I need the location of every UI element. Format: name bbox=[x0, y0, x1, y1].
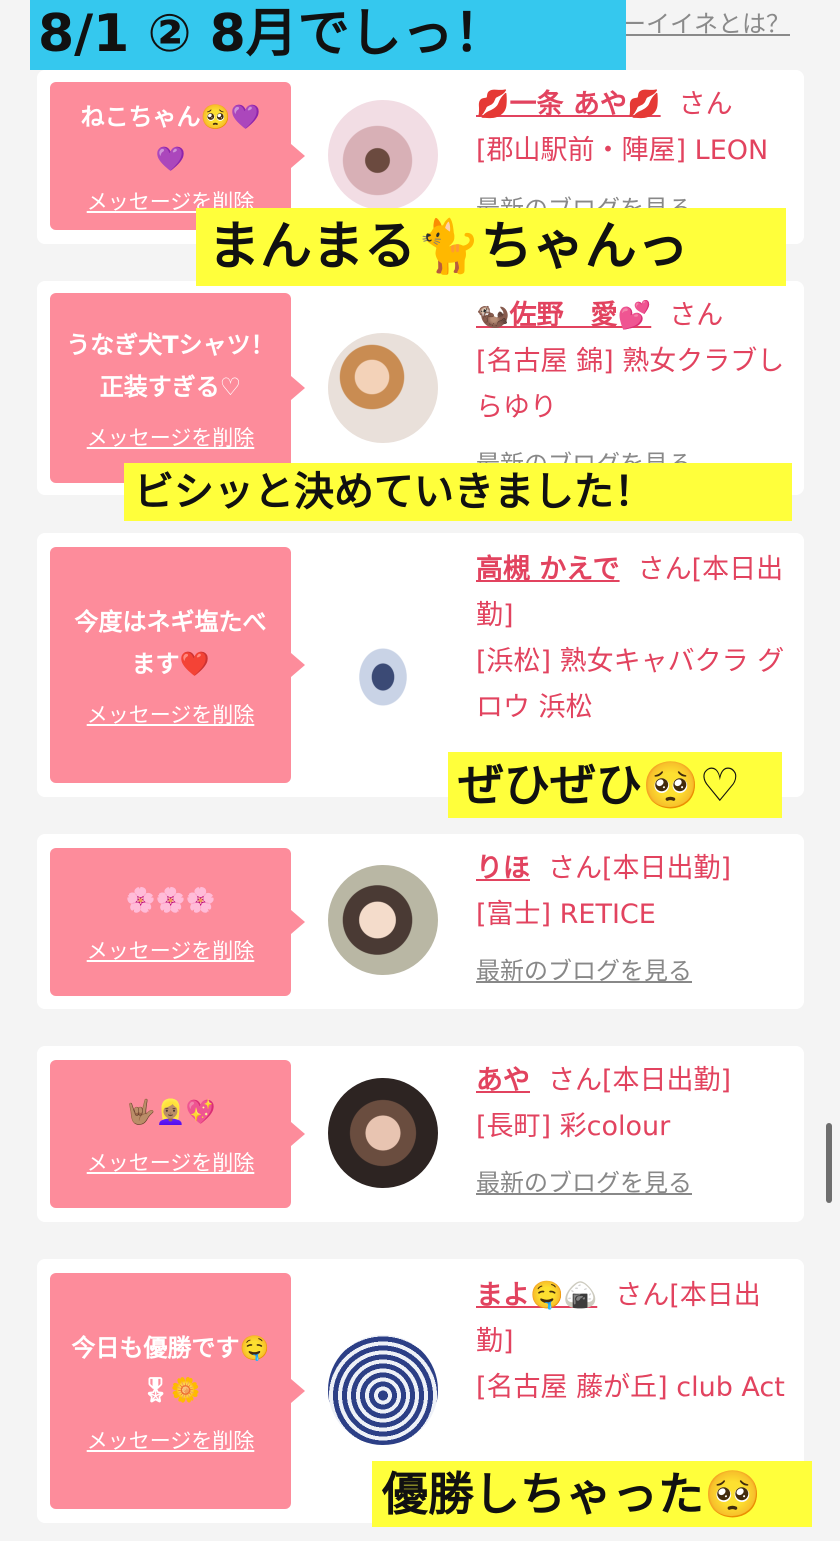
shop-name: [郡山駅前・陣屋] LEON bbox=[476, 135, 769, 166]
caption: 優勝しちゃった🥺 bbox=[372, 1461, 812, 1527]
cast-name-link[interactable]: 高槻 かえで bbox=[476, 554, 620, 585]
delete-message-link[interactable]: メッセージを削除 bbox=[87, 422, 255, 452]
avatar[interactable] bbox=[328, 1335, 438, 1445]
profile-info: あや さん[本日出勤] [長町] 彩colour 最新のブログを見る bbox=[476, 1058, 796, 1206]
shop-name: [富士] RETICE bbox=[476, 899, 656, 930]
page-title: 8/1 ② 8月でしっ！ bbox=[30, 0, 626, 70]
honorific: さん[本日出勤] bbox=[548, 853, 732, 884]
message-bubble: 🤟🏽👱🏽‍♀️💖 メッセージを削除 bbox=[50, 1060, 305, 1208]
message-card: 🌸🌸🌸 メッセージを削除 りほ さん[本日出勤] [富士] RETICE 最新のブ… bbox=[37, 834, 804, 1009]
message-bubble: 今日も優勝です🤤🎖🌼 メッセージを削除 bbox=[50, 1273, 305, 1509]
cast-name-link[interactable]: あや bbox=[476, 1065, 530, 1096]
delete-message-link[interactable]: メッセージを削除 bbox=[87, 1147, 255, 1177]
message-text: 🌸🌸🌸 bbox=[125, 886, 216, 914]
cast-name-link[interactable]: 🦦佐野 愛💕 bbox=[476, 300, 651, 331]
message-text: ねこちゃん🥺💜💜 bbox=[80, 103, 261, 173]
caption: ビシッと決めていきました！ bbox=[124, 463, 792, 521]
cast-name-link[interactable]: りほ bbox=[476, 853, 530, 884]
latest-blog-link[interactable]: 最新のブログを見る bbox=[476, 948, 796, 994]
shop-name: [浜松] 熟女キャバクラ グロウ 浜松 bbox=[476, 646, 785, 723]
message-card: 🤟🏽👱🏽‍♀️💖 メッセージを削除 あや さん[本日出勤] [長町] 彩colou… bbox=[37, 1046, 804, 1222]
cast-name-link[interactable]: 💋一条 あや💋 bbox=[476, 89, 661, 120]
latest-blog-link[interactable]: 最新のブログを見る bbox=[476, 1160, 796, 1206]
message-bubble: 今度はネギ塩たべます❤️ メッセージを削除 bbox=[50, 547, 305, 783]
caption: まんまる🐈ちゃんっ bbox=[196, 208, 786, 286]
avatar[interactable] bbox=[328, 333, 438, 443]
delete-message-link[interactable]: メッセージを削除 bbox=[87, 1425, 255, 1455]
shop-name: [名古屋 錦] 熟女クラブしらゆり bbox=[476, 346, 785, 423]
delete-message-link[interactable]: メッセージを削除 bbox=[87, 935, 255, 965]
delete-message-link[interactable]: メッセージを削除 bbox=[87, 699, 255, 729]
message-text: 🤟🏽👱🏽‍♀️💖 bbox=[125, 1098, 216, 1126]
scrollbar[interactable] bbox=[826, 1123, 832, 1203]
profile-info: 高槻 かえで さん[本日出勤] [浜松] 熟女キャバクラ グロウ 浜松 bbox=[476, 547, 796, 731]
cast-name-link[interactable]: まよ🤤🍙 bbox=[476, 1280, 597, 1311]
avatar[interactable] bbox=[328, 1078, 438, 1188]
caption: ぜひぜひ🥺♡ bbox=[448, 752, 782, 818]
shop-name: [名古屋 藤が丘] club Act bbox=[476, 1372, 785, 1403]
honorific: さん bbox=[669, 300, 724, 331]
honorific: さん[本日出勤] bbox=[548, 1065, 732, 1096]
profile-info: まよ🤤🍙 さん[本日出勤] [名古屋 藤が丘] club Act bbox=[476, 1273, 796, 1411]
honorific: さん bbox=[678, 89, 733, 120]
avatar[interactable] bbox=[328, 865, 438, 975]
message-text: 今日も優勝です🤤🎖🌼 bbox=[71, 1334, 270, 1404]
message-text: うなぎ犬Tシャツ！正装すぎる♡ bbox=[66, 331, 275, 401]
profile-info: りほ さん[本日出勤] [富士] RETICE 最新のブログを見る bbox=[476, 846, 796, 994]
message-bubble: うなぎ犬Tシャツ！正装すぎる♡ メッセージを削除 bbox=[50, 293, 305, 483]
avatar[interactable] bbox=[328, 100, 438, 210]
iine-help-link[interactable]: ーイイネとは？ bbox=[622, 4, 790, 39]
profile-info: 🦦佐野 愛💕さん [名古屋 錦] 熟女クラブしらゆり 最新のブログを見る bbox=[476, 293, 796, 487]
message-text: 今度はネギ塩たべます❤️ bbox=[74, 608, 267, 678]
shop-name: [長町] 彩colour bbox=[476, 1111, 671, 1142]
avatar[interactable] bbox=[328, 611, 438, 721]
message-bubble: 🌸🌸🌸 メッセージを削除 bbox=[50, 848, 305, 996]
